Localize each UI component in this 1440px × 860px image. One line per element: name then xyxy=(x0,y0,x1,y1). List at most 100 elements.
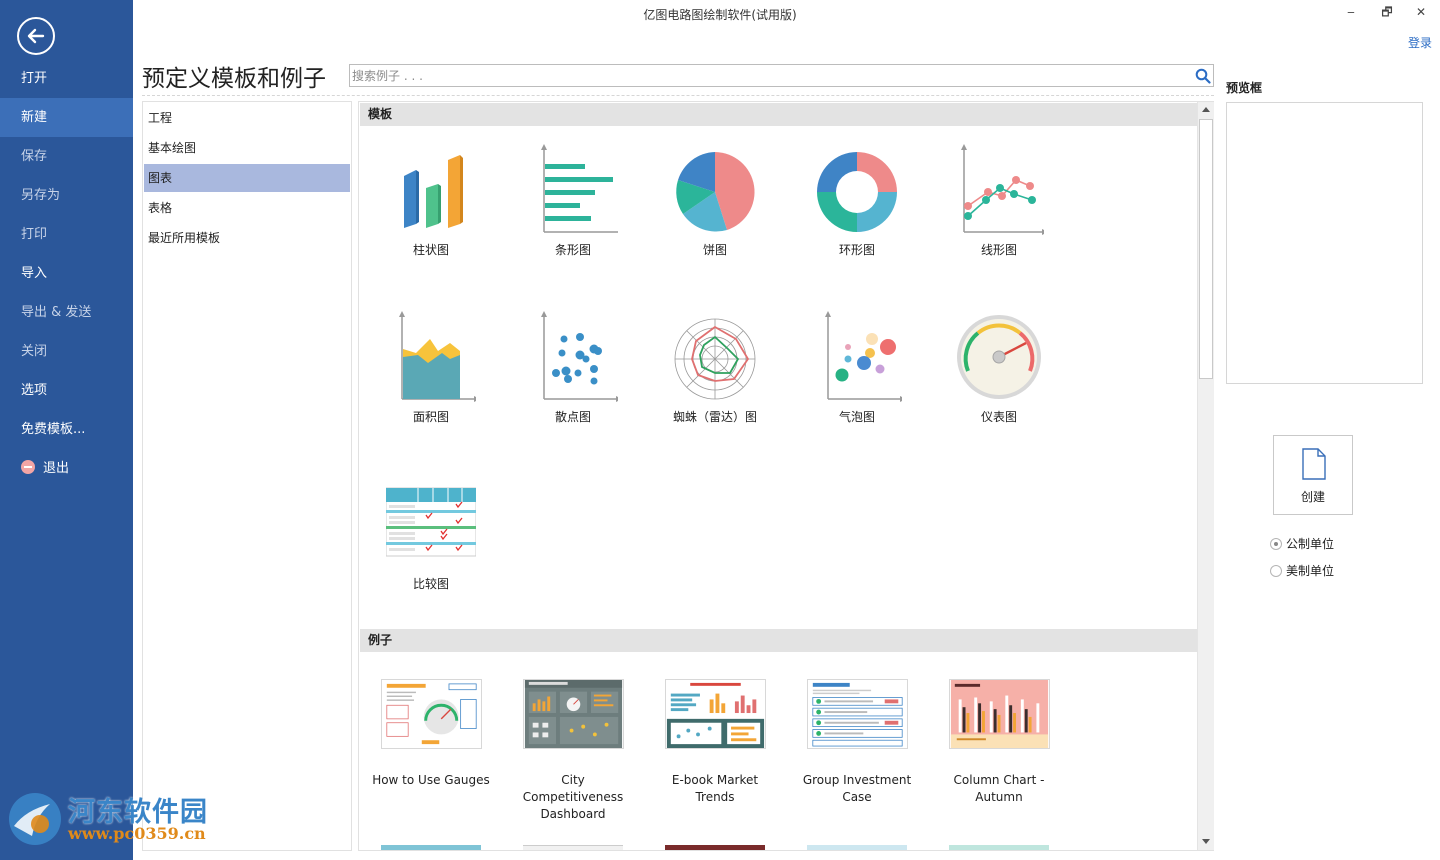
example-thumbnail-partial xyxy=(665,845,765,850)
template-label: 散点图 xyxy=(554,410,591,424)
example-thumbnail-partial xyxy=(949,845,1049,850)
scroll-thumb[interactable] xyxy=(1199,119,1213,379)
template-line-chart[interactable]: 线形图 xyxy=(939,142,1059,259)
watermark-logo-icon xyxy=(9,793,61,845)
category-basic-drawing[interactable]: 基本绘图 xyxy=(144,134,350,162)
example-thumbnail-partial xyxy=(381,845,481,850)
line-chart-icon xyxy=(961,144,1044,235)
radio-button-checked[interactable] xyxy=(1270,538,1282,550)
create-button[interactable]: 创建 xyxy=(1273,435,1353,515)
preview-heading: 预览框 xyxy=(1226,81,1263,95)
sidebar-item-save-as[interactable]: 另存为 xyxy=(0,176,133,215)
template-label: 线形图 xyxy=(980,243,1017,257)
restore-icon: 🗗 xyxy=(1381,5,1393,19)
bubble-chart-icon xyxy=(825,311,902,402)
close-window-button[interactable]: ✕ xyxy=(1406,2,1436,22)
example-group-investment-case[interactable]: Group Investment Case xyxy=(797,679,917,806)
example-label: How to Use Gauges xyxy=(372,773,490,787)
template-label: 比较图 xyxy=(412,577,449,591)
create-label: 创建 xyxy=(1300,490,1325,504)
scroll-down-button[interactable] xyxy=(1198,833,1214,849)
gallery-scrollbar[interactable] xyxy=(1197,102,1214,850)
category-charts[interactable]: 图表 xyxy=(144,164,350,192)
example-label: Group Investment Case xyxy=(802,773,912,804)
example-thumbnail-partial xyxy=(523,845,623,850)
example-label: E-book Market Trends xyxy=(671,773,759,804)
template-gauge-chart[interactable]: 仪表图 xyxy=(939,309,1059,426)
template-label: 面积图 xyxy=(412,410,449,424)
sidebar-item-import[interactable]: 导入 xyxy=(0,254,133,293)
horizontal-bar-chart-icon xyxy=(541,144,618,233)
search-icon[interactable] xyxy=(1195,68,1211,84)
sidebar-item-free-templates[interactable]: 免费模板... xyxy=(0,410,133,449)
sidebar-item-close[interactable]: 关闭 xyxy=(0,332,133,371)
sidebar-item-save[interactable]: 保存 xyxy=(0,137,133,176)
template-horizontal-bar-chart[interactable]: 条形图 xyxy=(513,142,633,259)
template-pie-chart[interactable]: 饼图 xyxy=(655,142,775,259)
category-tables[interactable]: 表格 xyxy=(144,194,350,222)
example-e-book-market-trends[interactable]: E-book Market Trends xyxy=(655,679,775,806)
watermark: 河东软件园 www.pc0359.cn xyxy=(4,784,214,854)
template-label: 蜘蛛（雷达）图 xyxy=(672,410,757,424)
bar-chart-icon xyxy=(404,155,463,228)
category-recent-templates[interactable]: 最近所用模板 xyxy=(144,224,350,252)
template-scatter-chart[interactable]: 散点图 xyxy=(513,309,633,426)
template-comparison-chart[interactable]: 比较图 xyxy=(371,476,491,593)
comparison-chart-icon xyxy=(386,487,476,557)
restore-button[interactable]: 🗗 xyxy=(1372,2,1402,22)
example-thumbnail xyxy=(948,679,1050,749)
pie-chart-icon xyxy=(676,152,755,232)
template-area-chart[interactable]: 面积图 xyxy=(371,309,491,426)
template-label: 环形图 xyxy=(838,243,875,257)
example-thumbnail xyxy=(664,679,766,749)
example-thumbnail xyxy=(522,679,624,749)
radar-chart-icon xyxy=(674,318,756,400)
page-title: 预定义模板和例子 xyxy=(142,66,326,92)
example-label: Column Chart - Autumn xyxy=(953,773,1045,804)
watermark-url: www.pc0359.cn xyxy=(68,824,206,843)
preview-box xyxy=(1226,102,1423,384)
sidebar-item-export-send[interactable]: 导出 & 发送 xyxy=(0,293,133,332)
login-link[interactable]: 登录 xyxy=(1408,34,1432,51)
example-thumbnail-partial xyxy=(807,845,907,850)
radio-button[interactable] xyxy=(1270,565,1282,577)
us-units-option[interactable]: 美制单位 xyxy=(1270,562,1334,579)
minimize-icon: ‒ xyxy=(1347,5,1355,19)
template-bar-chart[interactable]: 柱状图 xyxy=(371,142,491,259)
search-box xyxy=(349,64,1214,87)
sidebar-item-options[interactable]: 选项 xyxy=(0,371,133,410)
example-city-competitiveness-dashboard[interactable]: City Competitiveness Dashboard xyxy=(513,679,633,823)
template-donut-chart[interactable]: 环形图 xyxy=(797,142,917,259)
sidebar-item-print[interactable]: 打印 xyxy=(0,215,133,254)
template-label: 饼图 xyxy=(702,243,727,257)
gauge-chart-icon xyxy=(957,315,1041,399)
template-radar-chart[interactable]: 蜘蛛（雷达）图 xyxy=(655,309,775,426)
window-title: 亿图电路图绘制软件(试用版) xyxy=(643,8,797,22)
scatter-chart-icon xyxy=(541,311,618,402)
search-input[interactable] xyxy=(352,66,1182,85)
minimize-button[interactable]: ‒ xyxy=(1336,2,1366,22)
example-thumbnail xyxy=(806,679,908,749)
exit-icon xyxy=(21,460,35,474)
metric-units-label: 公制单位 xyxy=(1286,537,1335,551)
template-label: 仪表图 xyxy=(980,410,1017,424)
donut-chart-icon xyxy=(817,152,897,232)
examples-heading: 例子 xyxy=(360,629,1198,652)
sidebar-item-exit[interactable]: 退出 xyxy=(0,449,133,488)
divider xyxy=(142,95,1214,96)
template-bubble-chart[interactable]: 气泡图 xyxy=(797,309,917,426)
example-column-chart-autumn[interactable]: Column Chart - Autumn xyxy=(939,679,1059,806)
example-how-to-use-gauges[interactable]: How to Use Gauges xyxy=(371,679,491,789)
chevron-up-icon xyxy=(1202,107,1210,112)
close-icon: ✕ xyxy=(1415,5,1427,19)
scroll-up-button[interactable] xyxy=(1198,102,1214,118)
template-label: 气泡图 xyxy=(838,410,875,424)
category-engineering[interactable]: 工程 xyxy=(144,104,350,132)
sidebar-item-exit-label: 退出 xyxy=(43,461,70,476)
metric-units-option[interactable]: 公制单位 xyxy=(1270,535,1334,552)
template-label: 柱状图 xyxy=(412,243,449,257)
chevron-down-icon xyxy=(1202,839,1210,844)
sidebar-item-new[interactable]: 新建 xyxy=(0,98,133,137)
sidebar-item-open[interactable]: 打开 xyxy=(0,59,133,98)
backstage-sidebar: 打开 新建 保存 另存为 打印 导入 导出 & 发送 关闭 选项 免费模板...… xyxy=(0,0,133,860)
